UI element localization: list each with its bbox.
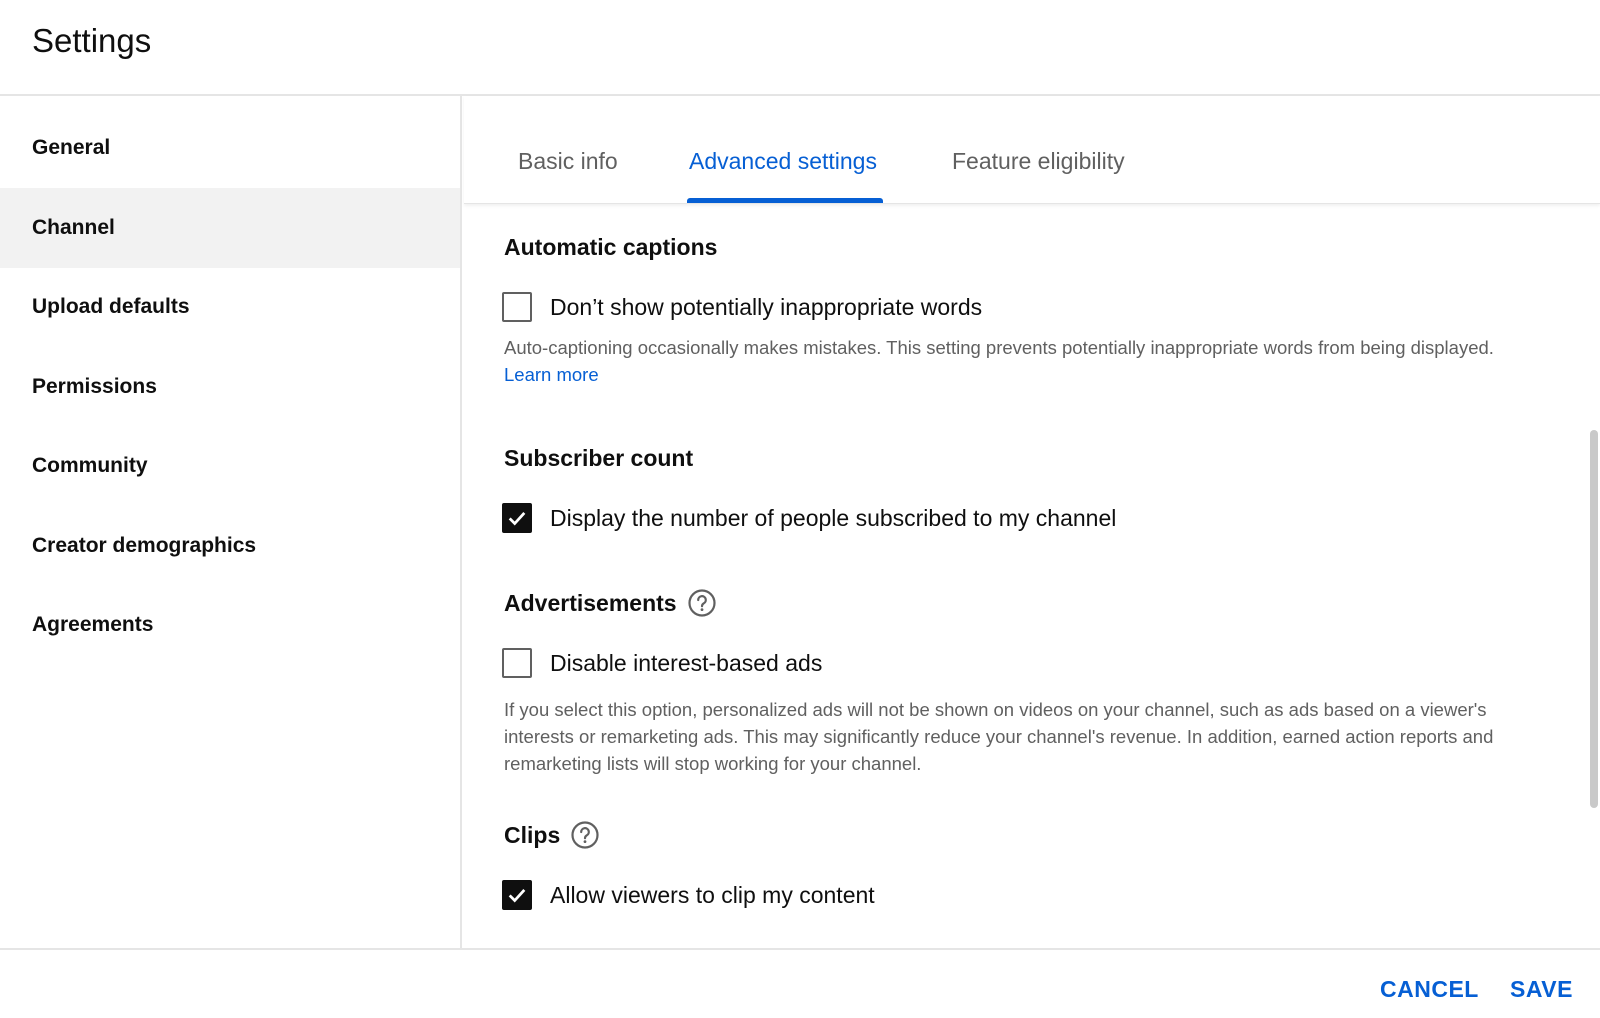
help-icon[interactable]: [687, 588, 717, 618]
sidebar-item-general[interactable]: General: [0, 108, 460, 188]
captions-checkbox-row[interactable]: Don’t show potentially inappropriate wor…: [502, 292, 982, 322]
subscriber-checkbox-row[interactable]: Display the number of people subscribed …: [502, 503, 1116, 533]
subscriber-section-title: Subscriber count: [504, 445, 694, 471]
captions-checkbox[interactable]: [502, 292, 532, 322]
page-title: Settings: [32, 22, 152, 59]
ads-section-title-text: Advertisements: [504, 589, 677, 616]
checkmark-icon: [508, 889, 526, 903]
sidebar-item-creator-demographics[interactable]: Creator demographics: [0, 506, 460, 586]
subscriber-checkbox-label: Display the number of people subscribed …: [550, 504, 1117, 531]
ads-checkbox-row[interactable]: Disable interest-based ads: [502, 648, 822, 678]
content-scrollbar[interactable]: [1590, 430, 1598, 808]
sidebar-item-upload-defaults[interactable]: Upload defaults: [0, 267, 460, 347]
sidebar-item-permissions[interactable]: Permissions: [0, 347, 460, 427]
save-button[interactable]: SAVE: [1510, 976, 1573, 1003]
settings-sidebar: General Channel Upload defaults Permissi…: [0, 96, 462, 948]
tab-bar: Basic info Advanced settings Feature eli…: [464, 96, 1600, 204]
sidebar-item-community[interactable]: Community: [0, 426, 460, 506]
captions-section-title: Automatic captions: [504, 234, 718, 260]
clips-section-title: Clips: [504, 820, 600, 850]
sidebar-item-channel[interactable]: Channel: [0, 188, 460, 268]
active-tab-indicator: [687, 198, 883, 203]
tab-feature-eligibility[interactable]: Feature eligibility: [952, 148, 1125, 175]
checkmark-icon: [508, 512, 526, 526]
clips-checkbox-row[interactable]: Allow viewers to clip my content: [502, 880, 875, 910]
dialog-footer: CANCEL SAVE: [0, 948, 1600, 1018]
clips-checkbox[interactable]: [502, 880, 532, 910]
clips-checkbox-label: Allow viewers to clip my content: [550, 881, 875, 908]
captions-description: Auto-captioning occasionally makes mista…: [504, 334, 1524, 388]
learn-more-link[interactable]: Learn more: [504, 364, 599, 385]
tab-advanced-settings[interactable]: Advanced settings: [689, 148, 877, 175]
ads-description: If you select this option, personalized …: [504, 699, 1494, 774]
captions-description-text: Auto-captioning occasionally makes mista…: [504, 337, 1494, 358]
ads-section-title: Advertisements: [504, 588, 717, 618]
sidebar-item-agreements[interactable]: Agreements: [0, 585, 460, 665]
captions-checkbox-label: Don’t show potentially inappropriate wor…: [550, 293, 983, 320]
cancel-button[interactable]: CANCEL: [1380, 976, 1479, 1003]
clips-section-title-text: Clips: [504, 821, 561, 848]
advanced-settings-panel: Automatic captions Don’t show potentiall…: [464, 204, 1590, 948]
ads-checkbox[interactable]: [502, 648, 532, 678]
dialog-header: Settings: [0, 0, 1600, 96]
help-icon[interactable]: [570, 820, 600, 850]
ads-checkbox-label: Disable interest-based ads: [550, 649, 823, 676]
tab-basic-info[interactable]: Basic info: [518, 148, 618, 175]
subscriber-checkbox[interactable]: [502, 503, 532, 533]
